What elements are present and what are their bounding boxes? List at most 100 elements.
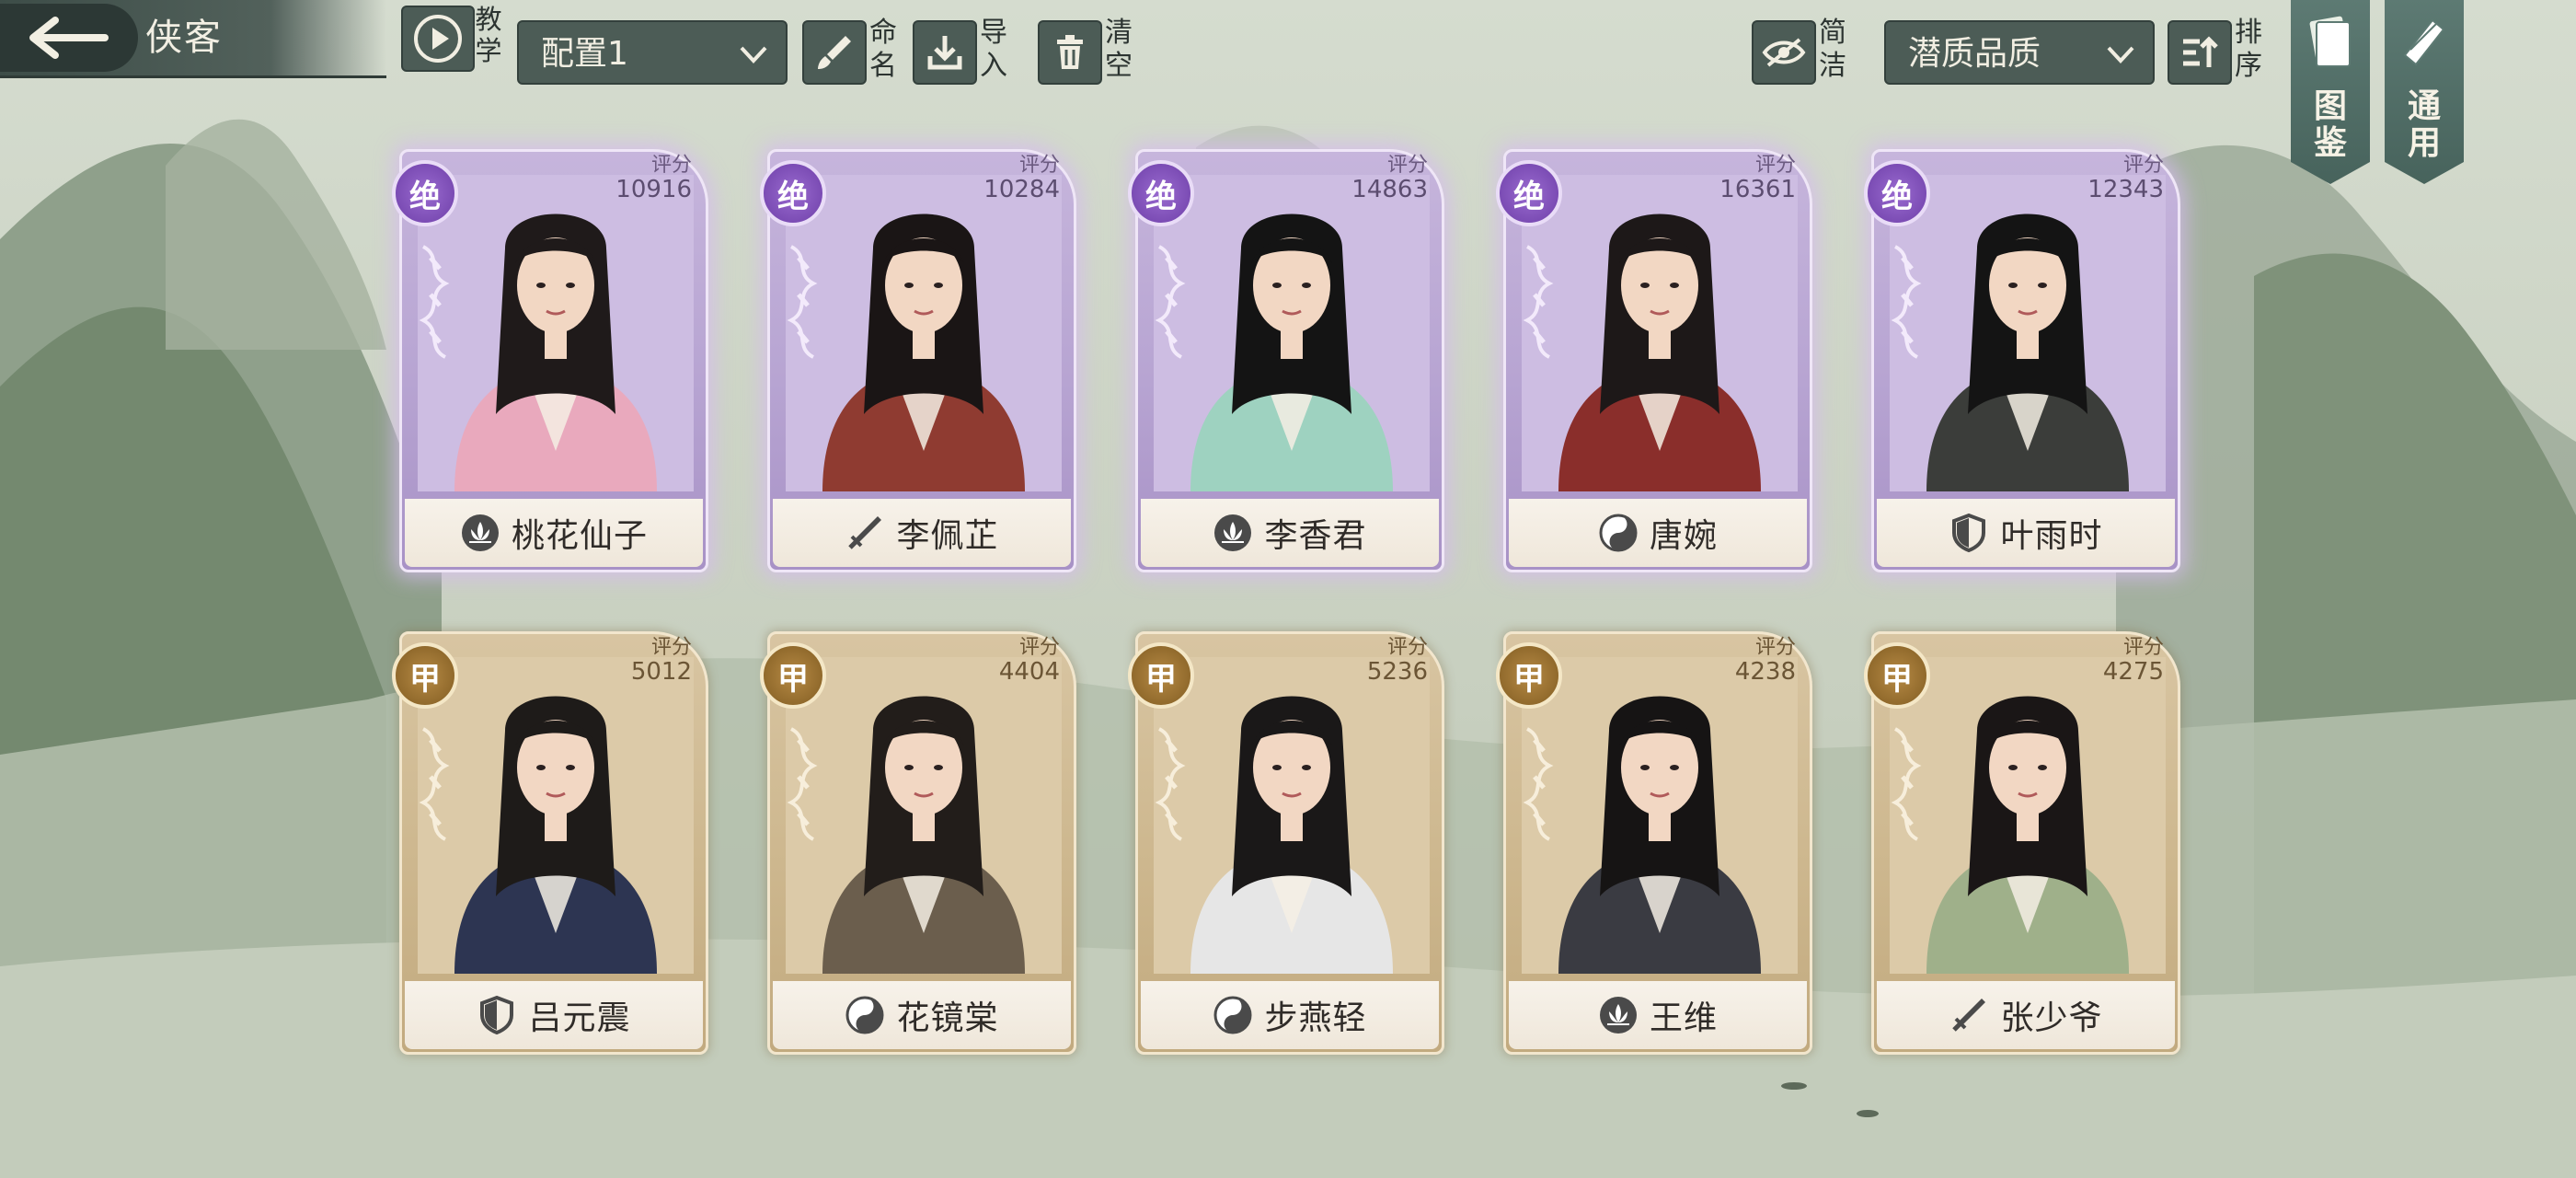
hero-portrait: [1522, 175, 1798, 491]
simple-view-label: 简洁: [1819, 17, 1846, 82]
general-banner-button[interactable]: 通用: [2385, 0, 2464, 184]
hero-name: 吕元震: [528, 999, 631, 1037]
hero-name: 花镜棠: [896, 999, 999, 1037]
grade-badge: 甲: [1864, 642, 1930, 709]
hero-card[interactable]: 绝 评分 10284 李佩芷: [760, 149, 1076, 572]
hero-portrait: [1154, 657, 1430, 974]
rank-marks-icon: [1523, 245, 1554, 359]
config-select[interactable]: 配置1: [517, 20, 788, 85]
back-arrow-icon: [29, 17, 109, 59]
eye-hidden-icon: [1762, 38, 1806, 67]
grade-badge: 绝: [1496, 160, 1562, 226]
scroll-icon: [2403, 18, 2445, 66]
hero-name: 叶雨时: [2000, 517, 2103, 555]
taiji-icon: [1213, 995, 1253, 1035]
score-value: 4238: [1734, 658, 1796, 686]
score-value: 4275: [2102, 658, 2164, 686]
score-label: 评分: [1018, 154, 1060, 177]
lotus-icon: [1213, 513, 1253, 553]
hero-card[interactable]: 绝 评分 12343 叶雨时: [1864, 149, 2180, 572]
trash-icon: [1057, 35, 1083, 69]
codex-label: 图鉴: [2313, 87, 2347, 162]
sort-select-value: 潜质品质: [1908, 35, 2041, 73]
hero-portrait: [418, 175, 694, 491]
score-value: 5236: [1366, 658, 1428, 686]
score-value: 14863: [1351, 176, 1428, 203]
score-value: 5012: [630, 658, 692, 686]
simple-view-button[interactable]: [1752, 20, 1816, 85]
hero-card[interactable]: 甲 评分 4275 张少爷: [1864, 631, 2180, 1055]
score-label: 评分: [1386, 154, 1428, 177]
rename-label: 命名: [869, 17, 897, 82]
hero-portrait: [1154, 175, 1430, 491]
score-label: 评分: [2122, 154, 2164, 177]
grade-badge: 绝: [1864, 160, 1930, 226]
rename-button[interactable]: [802, 20, 867, 85]
codex-banner-button[interactable]: 图鉴: [2291, 0, 2370, 184]
shield-icon: [1949, 513, 1989, 553]
grade-badge: 甲: [1128, 642, 1194, 709]
rank-marks-icon: [1891, 245, 1922, 359]
hero-name: 桃花仙子: [511, 517, 648, 555]
lotus-icon: [460, 513, 500, 553]
grade-badge: 甲: [760, 642, 826, 709]
back-button[interactable]: [0, 4, 138, 72]
clear-label: 清空: [1105, 17, 1133, 82]
name-bar: 王维: [1509, 981, 1807, 1049]
page-title: 侠客: [145, 17, 223, 59]
score-label: 评分: [650, 154, 692, 177]
chevron-down-icon: [2107, 46, 2134, 64]
hero-name: 步燕轻: [1264, 999, 1367, 1037]
sort-select[interactable]: 潜质品质: [1884, 20, 2155, 85]
taiji-icon: [845, 995, 885, 1035]
hero-portrait: [786, 657, 1062, 974]
name-bar: 桃花仙子: [405, 499, 703, 567]
chevron-down-icon: [740, 46, 767, 64]
sort-button[interactable]: [2168, 20, 2232, 85]
rank-marks-icon: [419, 727, 450, 841]
hero-portrait: [1890, 657, 2166, 974]
score-value: 10916: [615, 176, 692, 203]
tutorial-button[interactable]: [401, 6, 475, 72]
play-icon: [414, 15, 462, 63]
hero-name: 王维: [1649, 999, 1718, 1037]
rank-marks-icon: [787, 245, 818, 359]
name-bar: 唐婉: [1509, 499, 1807, 567]
score-label: 评分: [1754, 154, 1796, 177]
sort-icon: [2183, 36, 2218, 67]
rank-marks-icon: [419, 245, 450, 359]
score-label: 评分: [650, 636, 692, 659]
sword-icon: [845, 513, 885, 553]
config-select-value: 配置1: [541, 35, 628, 73]
lotus-icon: [1598, 995, 1639, 1035]
grade-badge: 绝: [1128, 160, 1194, 226]
hero-card[interactable]: 绝 评分 10916 桃花仙子: [392, 149, 708, 572]
import-icon: [927, 36, 962, 70]
hero-card[interactable]: 甲 评分 5012 吕元震: [392, 631, 708, 1055]
hero-portrait: [1522, 657, 1798, 974]
hero-name: 张少爷: [2000, 999, 2103, 1037]
clear-button[interactable]: [1038, 20, 1102, 85]
name-bar: 李香君: [1141, 499, 1439, 567]
grade-badge: 甲: [392, 642, 458, 709]
rank-marks-icon: [1155, 245, 1186, 359]
rank-marks-icon: [1891, 727, 1922, 841]
hero-card[interactable]: 甲 评分 4238 王维: [1496, 631, 1812, 1055]
import-button[interactable]: [913, 20, 977, 85]
top-bar: 侠客 教学 配置1 命名 导入 清空 简洁 潜质品质 排序 图鉴 通用: [0, 0, 2576, 184]
hero-portrait: [786, 175, 1062, 491]
hero-name: 李香君: [1264, 517, 1367, 555]
sort-label: 排序: [2235, 17, 2262, 82]
hero-portrait: [1890, 175, 2166, 491]
hero-card[interactable]: 绝 评分 16361 唐婉: [1496, 149, 1812, 572]
rank-marks-icon: [787, 727, 818, 841]
hero-card[interactable]: 甲 评分 5236 步燕轻: [1128, 631, 1444, 1055]
hero-card[interactable]: 绝 评分 14863 李香君: [1128, 149, 1444, 572]
grade-badge: 绝: [760, 160, 826, 226]
hero-portrait: [418, 657, 694, 974]
brush-icon: [818, 36, 851, 69]
hero-card[interactable]: 甲 评分 4404 花镜棠: [760, 631, 1076, 1055]
name-bar: 叶雨时: [1877, 499, 2175, 567]
general-label: 通用: [2407, 87, 2441, 162]
book-icon: [2309, 16, 2351, 67]
